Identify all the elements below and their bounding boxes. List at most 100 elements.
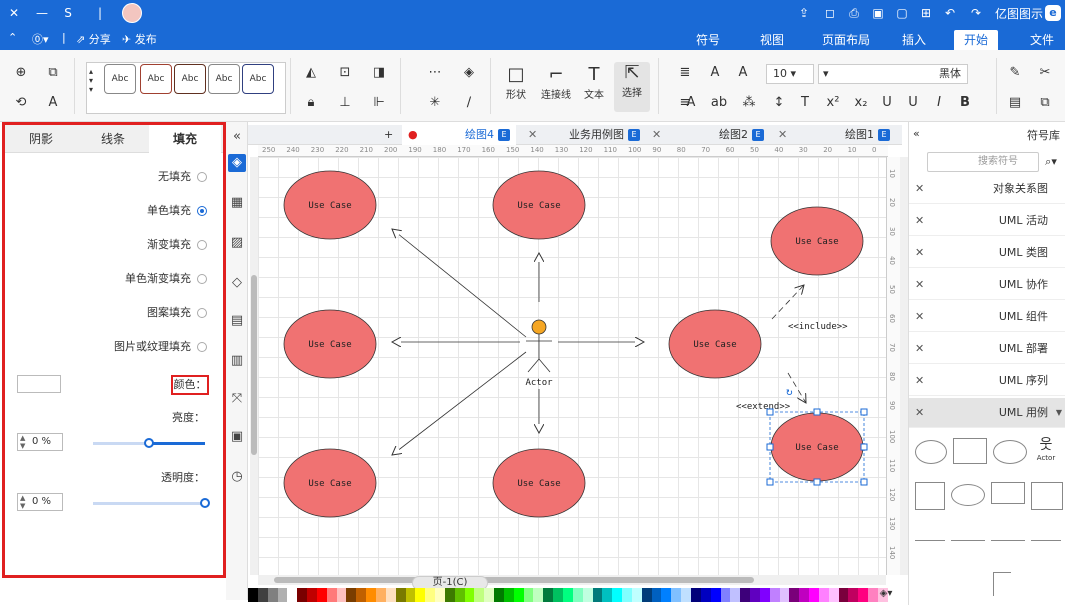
- size-icon[interactable]: ⊡: [336, 64, 354, 82]
- palette-swatch[interactable]: [779, 588, 790, 602]
- highlight-icon[interactable]: ⁂: [740, 94, 758, 112]
- palette-swatch[interactable]: [297, 588, 308, 602]
- stepper-arrows-icon[interactable]: ▲ ▼: [20, 494, 25, 510]
- fill-option-picture[interactable]: 图片或纹理填充: [114, 339, 207, 355]
- palette-swatch[interactable]: [287, 588, 298, 602]
- palette-swatch[interactable]: [612, 588, 623, 602]
- gallery-scroll-icon[interactable]: ▴ ▾ ▾: [89, 67, 93, 94]
- shape-thumb-use-case[interactable]: [993, 440, 1027, 464]
- drawing-canvas[interactable]: <<include>> <<extend>> Use Case Use Case…: [258, 157, 886, 575]
- shape-thumb-connector[interactable]: [993, 572, 1011, 596]
- shape-thumb-collaboration[interactable]: [951, 484, 985, 506]
- shape-thumb-line[interactable]: [1031, 540, 1061, 541]
- collapse-icon[interactable]: ⌃: [8, 31, 17, 44]
- layers-icon[interactable]: ◇: [228, 274, 246, 292]
- palette-swatch[interactable]: [681, 588, 691, 602]
- radio-button[interactable]: [197, 274, 207, 284]
- grow-font-icon[interactable]: A: [734, 64, 752, 82]
- shape-thumb-ellipse[interactable]: [915, 440, 947, 464]
- rotate-handle-icon[interactable]: ↻: [786, 385, 793, 398]
- minimize-icon[interactable]: —: [34, 5, 50, 21]
- radio-button[interactable]: [197, 342, 207, 352]
- palette-swatch[interactable]: [602, 588, 613, 602]
- association-line[interactable]: [392, 229, 527, 338]
- shape-thumb-note[interactable]: [915, 482, 945, 510]
- data-icon[interactable]: ▥: [228, 352, 246, 370]
- search-icon[interactable]: ⌕▾: [1039, 152, 1063, 172]
- align-icon[interactable]: ⊩: [370, 94, 388, 112]
- slider-knob[interactable]: [200, 498, 210, 508]
- palette-swatch[interactable]: [838, 588, 849, 602]
- tab-symbols[interactable]: 符号: [686, 30, 730, 50]
- style-preset-5[interactable]: Abc: [242, 64, 274, 94]
- rotate-icon[interactable]: ⟲: [12, 94, 30, 112]
- strike-icon[interactable]: T: [796, 94, 814, 112]
- publish-button[interactable]: ✈ 发布: [122, 31, 157, 47]
- palette-swatch[interactable]: [307, 588, 317, 602]
- cut-icon[interactable]: ✂: [1036, 64, 1054, 82]
- grid-icon[interactable]: ▦: [228, 194, 246, 212]
- palette-swatch[interactable]: [563, 588, 573, 602]
- use-case-top-center[interactable]: Use Case: [492, 170, 586, 240]
- palette-swatch[interactable]: [395, 588, 406, 602]
- palette-swatch[interactable]: [799, 588, 810, 602]
- shrink-font-icon[interactable]: A: [706, 64, 724, 82]
- palette-swatch[interactable]: [435, 588, 445, 602]
- distribute-icon[interactable]: ⊥: [336, 94, 354, 112]
- undo-icon[interactable]: ↶: [942, 5, 958, 21]
- palette-swatch[interactable]: [710, 588, 721, 602]
- palette-swatch[interactable]: [543, 588, 554, 602]
- use-case-bottom-center[interactable]: Use Case: [492, 448, 586, 518]
- close-library-icon[interactable]: ✕: [915, 302, 924, 332]
- library-item[interactable]: ✕ UML 类图: [909, 238, 1065, 268]
- list-icon[interactable]: ≣: [676, 64, 694, 82]
- palette-swatch[interactable]: [326, 588, 337, 602]
- paste-icon[interactable]: ▤: [1006, 94, 1024, 112]
- tab-page-layout[interactable]: 页面布局: [812, 30, 880, 50]
- palette-swatch[interactable]: [848, 588, 859, 602]
- format-painter-icon[interactable]: ✎: [1006, 64, 1024, 82]
- shape-tool[interactable]: □ 形状: [498, 64, 534, 101]
- palette-swatch[interactable]: [730, 588, 741, 602]
- palette-swatch[interactable]: [513, 588, 524, 602]
- left-scrollbar[interactable]: [250, 157, 258, 575]
- symbol-search-input[interactable]: 搜索符号: [927, 152, 1039, 172]
- style-preset-2[interactable]: Abc: [140, 64, 172, 94]
- help-button[interactable]: ⓪▾: [32, 31, 49, 47]
- tab-line[interactable]: 线条: [77, 125, 149, 153]
- right-scrollbar[interactable]: [900, 157, 908, 575]
- doc-tab-4[interactable]: ● 绘图4 E: [402, 125, 516, 145]
- shape-thumb-frame[interactable]: [1031, 482, 1063, 510]
- shape-thumb-actor[interactable]: 웃 Actor: [1035, 436, 1057, 466]
- library-item-expanded[interactable]: ✕ UML 用例 ▼: [909, 398, 1065, 428]
- palette-swatch[interactable]: [769, 588, 780, 602]
- palette-swatch[interactable]: [494, 588, 504, 602]
- palette-swatch[interactable]: [631, 588, 642, 602]
- palette-swatch[interactable]: [720, 588, 731, 602]
- palette-swatch[interactable]: [257, 588, 268, 602]
- add-tab-button[interactable]: +: [384, 125, 393, 145]
- shape-thumb-line[interactable]: [915, 540, 945, 541]
- transparency-stepper[interactable]: ▲ ▼ 0 %: [17, 493, 63, 511]
- radio-button[interactable]: [197, 240, 207, 250]
- close-tab-icon[interactable]: ✕: [528, 128, 537, 141]
- use-case-top-left[interactable]: Use Case: [283, 170, 377, 240]
- scrollbar-thumb[interactable]: [274, 577, 754, 583]
- bookmark-icon[interactable]: ◻: [822, 5, 838, 21]
- open-icon[interactable]: ▢: [894, 5, 910, 21]
- palette-swatch[interactable]: [484, 588, 495, 602]
- position-icon[interactable]: ⊕: [12, 64, 30, 82]
- palette-swatch[interactable]: [641, 588, 652, 602]
- palette-swatch[interactable]: [759, 588, 770, 602]
- library-item[interactable]: ✕ UML 活动: [909, 206, 1065, 236]
- superscript-icon[interactable]: x²: [824, 94, 842, 112]
- palette-swatch[interactable]: [503, 588, 514, 602]
- font-color-icon[interactable]: A: [44, 94, 62, 112]
- fill-color-picker[interactable]: [17, 375, 61, 393]
- palette-swatch[interactable]: [651, 588, 662, 602]
- palette-swatch[interactable]: [740, 588, 751, 602]
- slider-knob[interactable]: [144, 438, 154, 448]
- close-tab-icon[interactable]: ✕: [778, 128, 787, 141]
- palette-swatch[interactable]: [474, 588, 485, 602]
- font-family-select[interactable]: ▾ 黑体: [818, 64, 968, 84]
